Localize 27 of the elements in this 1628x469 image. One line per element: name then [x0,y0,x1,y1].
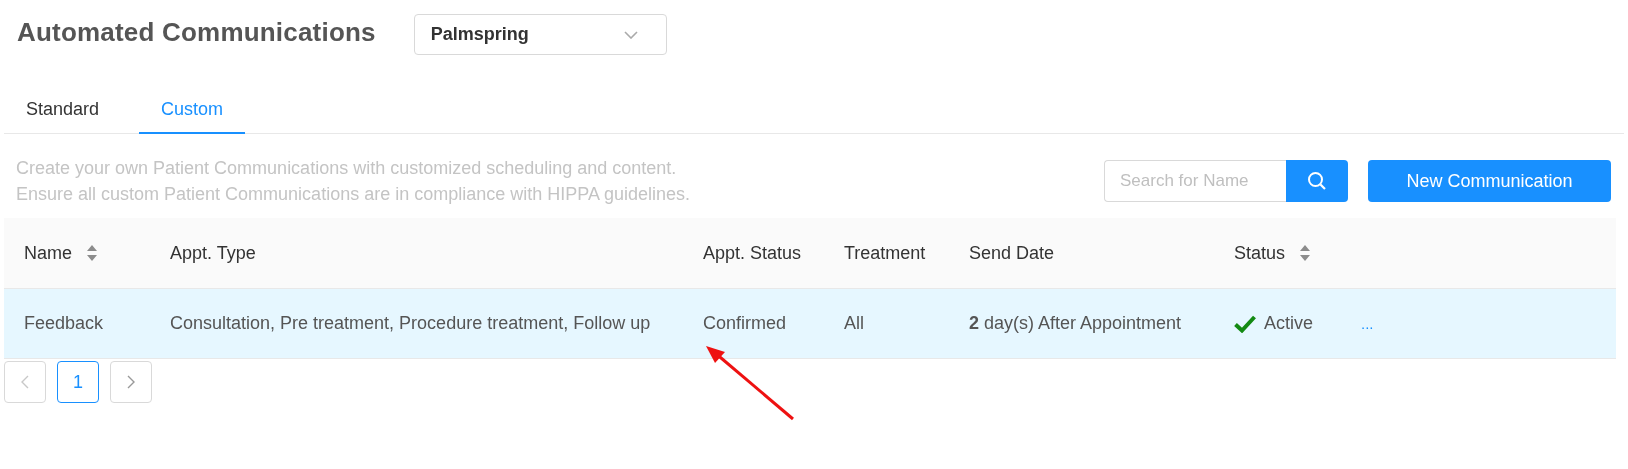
description-text: Create your own Patient Communications with customized scheduling and content. [16,158,678,178]
sort-icon[interactable] [1299,244,1312,262]
description-text: Ensure all custom Patient Communications are in compliance with HIPPA guidelines. [16,184,690,204]
search-button[interactable] [1286,160,1348,202]
search-icon [1307,171,1327,191]
column-header: Appt. Status [703,242,802,264]
status-text: Active [1264,313,1314,334]
search-field[interactable]: Search for Name [1104,160,1286,202]
chevron-right-icon [127,375,135,389]
table-row[interactable]: Feedback Consultation, Pre treatment, Procedure treatment, Follow up Confirmed All 2 day(s) After Appointment Active ... [4,289,1616,359]
column-header: Send Date [969,242,1055,264]
table-cell: 2 day(s) After Appointment [969,313,1182,334]
table-cell: Feedback [24,313,104,334]
table-cell: All [844,313,864,334]
page-title: Automated Communications [17,17,376,48]
sort-icon[interactable] [86,244,98,262]
table-cell: Consultation, Pre treatment, Procedure treatment, Follow up [170,313,651,334]
table-cell: Confirmed [703,313,787,334]
column-header[interactable]: Name [24,242,72,264]
chevron-left-icon [21,375,29,389]
chevron-down-icon [623,30,638,39]
column-header: Treatment [844,242,926,264]
location-select[interactable]: Palmspring [413,14,667,55]
column-header: Appt. Type [170,242,256,264]
tab[interactable]: Standard [4,87,122,134]
column-header[interactable]: Status [1234,242,1286,264]
checkmark-icon [1234,314,1256,333]
